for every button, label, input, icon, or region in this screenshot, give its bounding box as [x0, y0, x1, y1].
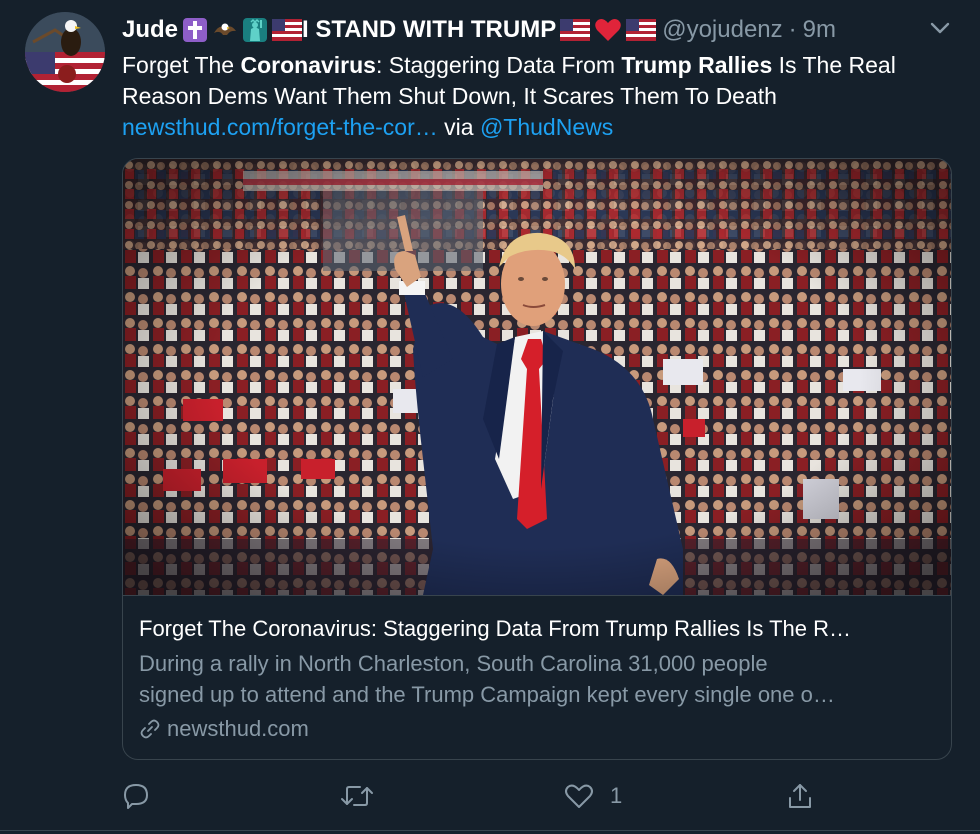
heart-icon: [565, 784, 593, 808]
tweet-header: Jude I STAND WITH TRUMP @yojudenz · 9m: [122, 14, 836, 46]
author-name[interactable]: Jude: [122, 16, 178, 44]
author-handle[interactable]: @yojudenz: [662, 16, 782, 44]
rally-photo-image: [123, 159, 951, 595]
retweet-button[interactable]: [340, 778, 374, 814]
share-icon: [789, 784, 811, 808]
divider: [0, 830, 980, 831]
author-name-suffix[interactable]: I STAND WITH TRUMP: [302, 16, 556, 44]
reply-button[interactable]: [122, 778, 150, 814]
card-body[interactable]: Forget The Coronavirus: Staggering Data …: [123, 595, 951, 759]
tweet-text-bold: Trump Rallies: [621, 52, 773, 78]
tweet-text-bold: Coronavirus: [240, 52, 376, 78]
card-title: Forget The Coronavirus: Staggering Data …: [139, 616, 852, 641]
retweet-icon: [341, 786, 373, 806]
link-icon: [140, 719, 160, 739]
card-domain: newsthud.com: [139, 714, 309, 744]
chevron-down-icon[interactable]: [926, 16, 954, 40]
like-button[interactable]: 1: [564, 778, 622, 814]
tweet-text-via: via: [437, 114, 480, 140]
mention-link[interactable]: @ThudNews: [480, 114, 613, 140]
us-flag-icon: [272, 17, 303, 43]
card-description-line: signed up to attend and the Trump Campai…: [139, 682, 835, 707]
card-description: During a rally in North Charleston, Sout…: [139, 648, 939, 710]
reply-icon: [124, 784, 148, 809]
avatar[interactable]: [25, 12, 105, 92]
link-preview-card[interactable]: Forget The Coronavirus: Staggering Data …: [122, 158, 952, 760]
tweet[interactable]: Jude I STAND WITH TRUMP @yojudenz · 9m F…: [0, 0, 980, 834]
like-count: 1: [610, 783, 623, 808]
tweet-actions: 1: [122, 778, 822, 814]
card-domain-text: newsthud.com: [167, 716, 309, 741]
tweet-link[interactable]: newsthud.com/forget-the-cor…: [122, 114, 438, 140]
avatar-eagle-flag-image: [25, 12, 105, 92]
tweet-timestamp[interactable]: 9m: [803, 16, 836, 44]
card-description-line: During a rally in North Charleston, Sout…: [139, 651, 768, 676]
latin-cross-icon: [182, 17, 208, 43]
tweet-text-part: : Staggering Data From: [375, 52, 622, 78]
tweet-text-part: Forget The: [122, 52, 241, 78]
share-button[interactable]: [786, 778, 814, 814]
red-heart-icon: [594, 17, 622, 43]
statue-of-liberty-icon: [242, 17, 268, 43]
separator-dot: ·: [788, 16, 797, 43]
tweet-text: Forget The Coronavirus: Staggering Data …: [122, 50, 962, 143]
eagle-icon: [212, 17, 238, 43]
us-flag-icon: [626, 17, 657, 43]
card-image[interactable]: [123, 159, 951, 595]
us-flag-icon: [560, 17, 591, 43]
